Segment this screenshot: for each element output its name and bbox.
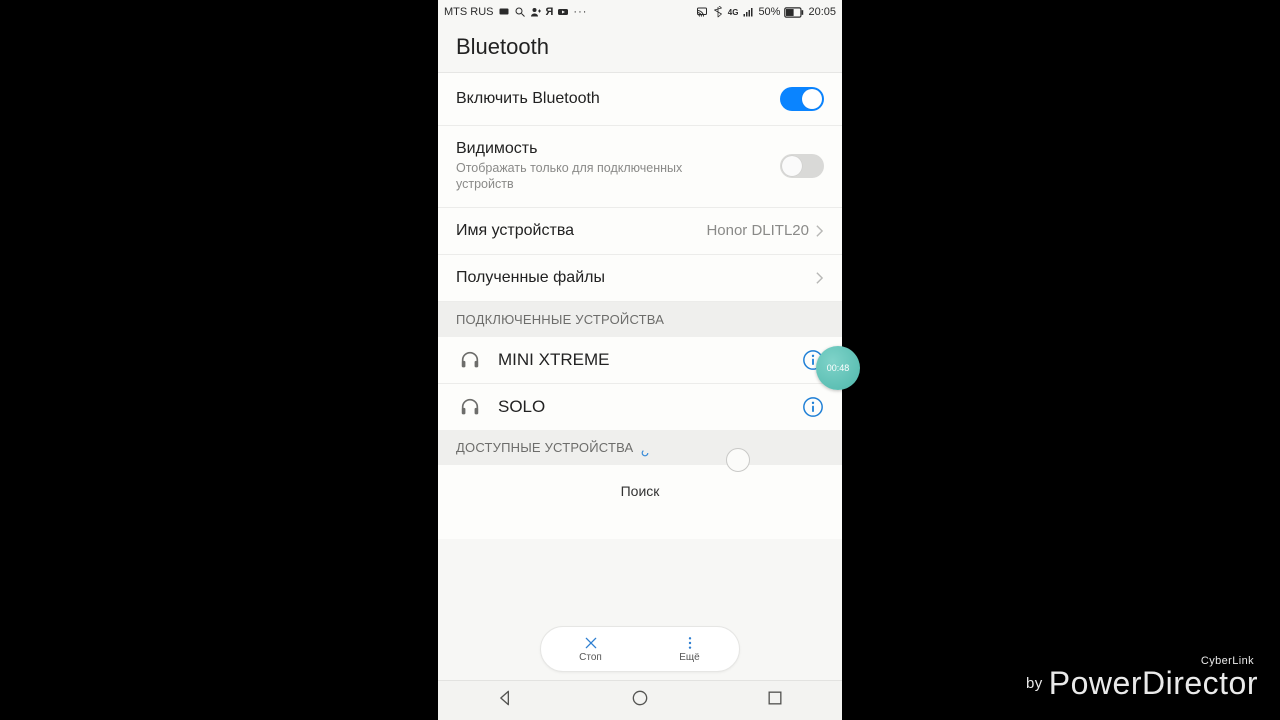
page-title: Bluetooth (456, 34, 824, 60)
add-user-icon (530, 6, 542, 18)
device-name-label: Имя устройства (456, 222, 706, 240)
row-visibility[interactable]: Видимость Отображать только для подключе… (438, 126, 842, 208)
more-notifs-icon: ··· (573, 6, 587, 18)
watermark-by: by (1026, 675, 1043, 692)
headphones-icon (456, 396, 484, 418)
battery-icon (784, 7, 804, 18)
touch-indicator (726, 448, 750, 472)
screen-recorder-bubble[interactable]: 00:48 (816, 346, 860, 390)
nav-back-button[interactable] (495, 688, 515, 713)
paired-list: MINI XTREME SOLO (438, 337, 842, 430)
message-icon (498, 6, 510, 18)
received-label: Полученные файлы (456, 269, 809, 287)
more-label: Ещё (679, 652, 699, 663)
recorder-timer: 00:48 (827, 363, 850, 373)
page-title-bar: Bluetooth (438, 24, 842, 73)
more-button[interactable]: Ещё (640, 627, 739, 671)
nav-home-button[interactable] (630, 688, 650, 713)
chevron-right-icon (815, 224, 824, 238)
clock: 20:05 (808, 6, 836, 18)
row-received-files[interactable]: Полученные файлы (438, 255, 842, 302)
searching-label: Поиск (438, 465, 842, 539)
device-name-value: Honor DLITL20 (706, 222, 809, 239)
spinner-icon (641, 445, 647, 451)
cast-icon (696, 6, 708, 18)
visibility-sublabel: Отображать только для подключенных устро… (456, 160, 716, 193)
android-nav-bar (438, 680, 842, 720)
signal-icon (742, 6, 754, 18)
network-type-icon: 4G (728, 8, 739, 17)
row-enable-bluetooth[interactable]: Включить Bluetooth (438, 73, 842, 126)
enable-toggle[interactable] (780, 87, 824, 111)
bluetooth-icon (712, 6, 724, 18)
stop-button[interactable]: Стоп (541, 627, 640, 671)
video-watermark: CyberLink byPowerDirector (1026, 655, 1258, 702)
youtube-icon (557, 6, 569, 18)
enable-label: Включить Bluetooth (456, 90, 780, 108)
device-row[interactable]: SOLO (438, 383, 842, 430)
row-device-name[interactable]: Имя устройства Honor DLITL20 (438, 208, 842, 255)
section-paired: ПОДКЛЮЧЕННЫЕ УСТРОЙСТВА (438, 302, 842, 337)
device-row[interactable]: MINI XTREME (438, 337, 842, 383)
search-icon (514, 6, 526, 18)
visibility-label: Видимость (456, 140, 780, 158)
battery-pct: 50% (758, 6, 780, 18)
info-icon[interactable] (802, 396, 824, 418)
visibility-toggle[interactable] (780, 154, 824, 178)
stop-label: Стоп (579, 652, 602, 663)
yandex-icon: Я (546, 6, 554, 18)
carrier-label: MTS RUS (444, 6, 494, 18)
bottom-actions-pill: Стоп Ещё (540, 626, 740, 672)
chevron-right-icon (815, 271, 824, 285)
device-name: SOLO (498, 397, 802, 417)
nav-recents-button[interactable] (765, 688, 785, 713)
section-available: ДОСТУПНЫЕ УСТРОЙСТВА (438, 430, 842, 465)
phone-frame: MTS RUS Я ··· 4G 50% 20:05 Bluetooth Вкл… (438, 0, 842, 720)
watermark-product: PowerDirector (1049, 665, 1258, 701)
device-name: MINI XTREME (498, 350, 802, 370)
section-available-label: ДОСТУПНЫЕ УСТРОЙСТВА (456, 440, 633, 455)
status-bar: MTS RUS Я ··· 4G 50% 20:05 (438, 0, 842, 24)
headphones-icon (456, 349, 484, 371)
